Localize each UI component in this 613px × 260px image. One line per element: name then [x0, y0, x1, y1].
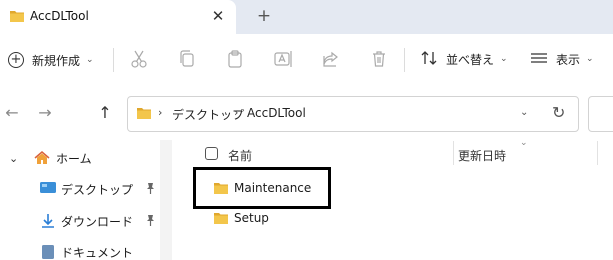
folder-icon — [213, 211, 229, 228]
tab-title: AccDLTool — [30, 9, 89, 23]
chevron-down-icon: ⌄ — [586, 54, 594, 64]
document-icon — [40, 244, 56, 260]
highlight-box — [193, 167, 331, 209]
view-list-icon — [530, 51, 548, 68]
sidebar-item-home[interactable]: ⌄ ホーム — [0, 147, 160, 169]
sidebar-scrollbar[interactable] — [160, 140, 172, 260]
back-button[interactable]: ← — [2, 103, 22, 123]
sort-icon — [420, 50, 438, 69]
chevron-down-icon: ⌄ — [86, 55, 94, 65]
paste-icon[interactable] — [224, 48, 246, 70]
search-box[interactable] — [588, 96, 613, 132]
title-bar: AccDLTool ✕ + — [0, 0, 613, 34]
add-icon: + — [8, 52, 24, 68]
view-button-label: 表示 — [556, 52, 581, 67]
column-divider[interactable] — [453, 141, 454, 165]
sidebar-item-documents[interactable]: ドキュメント — [0, 241, 160, 260]
download-icon — [40, 213, 56, 232]
sidebar-item-label: ドキュメント — [61, 245, 134, 260]
file-name: Setup — [234, 211, 269, 225]
new-button-label: 新規作成 — [32, 53, 81, 68]
breadcrumb-accdltool[interactable]: AccDLTool — [247, 106, 306, 120]
folder-icon — [136, 106, 152, 123]
cut-icon[interactable] — [128, 48, 150, 70]
share-icon[interactable] — [320, 48, 342, 70]
chevron-down-icon[interactable]: ⌄ — [9, 152, 18, 165]
navigation-bar: ← → ↑ › デスクトップ › AccDLTool ⌄ ↻ — [0, 86, 613, 140]
column-header-date[interactable]: 更新日時 — [458, 147, 506, 164]
sidebar-item-label: デスクトップ — [61, 182, 134, 197]
delete-icon[interactable] — [368, 48, 390, 70]
new-tab-button[interactable]: + — [253, 4, 275, 28]
view-button[interactable]: 表示 ⌄ — [530, 48, 594, 70]
list-item-setup[interactable]: Setup — [205, 206, 445, 230]
pin-icon[interactable] — [145, 214, 156, 229]
sidebar-item-label: ダウンロード — [61, 214, 134, 229]
sidebar-item-downloads[interactable]: ダウンロード — [0, 210, 160, 232]
breadcrumb-separator: › — [234, 106, 239, 119]
copy-icon[interactable] — [176, 48, 198, 70]
pin-icon[interactable] — [145, 182, 156, 197]
command-bar: + 新規作成 ⌄ 並べ替え ⌄ 表示 ⌄ — [0, 34, 613, 86]
rename-icon[interactable] — [272, 48, 294, 70]
close-tab-icon[interactable]: ✕ — [209, 6, 227, 26]
column-divider[interactable] — [597, 141, 598, 165]
sidebar-item-label: ホーム — [56, 151, 92, 166]
column-header-name[interactable]: 名前 — [228, 147, 252, 164]
home-icon — [34, 150, 50, 169]
select-all-checkbox[interactable] — [205, 147, 218, 160]
sort-button-label: 並べ替え — [446, 52, 495, 67]
sidebar-item-desktop[interactable]: デスクトップ — [0, 178, 160, 200]
chevron-down-icon: ⌄ — [500, 54, 508, 64]
refresh-icon[interactable]: ↻ — [552, 103, 565, 122]
sort-indicator-icon: ⌄ — [520, 138, 528, 148]
toolbar-divider — [113, 48, 114, 72]
chevron-down-icon[interactable]: ⌄ — [520, 107, 528, 118]
breadcrumb-separator: › — [158, 106, 163, 119]
desktop-icon — [40, 181, 56, 198]
new-button[interactable]: + 新規作成 ⌄ — [8, 49, 94, 71]
tab-accdltool[interactable]: AccDLTool ✕ — [0, 0, 236, 34]
address-bar[interactable]: › デスクトップ › AccDLTool ⌄ ↻ — [127, 96, 579, 132]
folder-icon — [9, 9, 25, 26]
up-button[interactable]: ↑ — [95, 103, 115, 123]
sort-button[interactable]: 並べ替え ⌄ — [420, 48, 508, 70]
forward-button[interactable]: → — [35, 103, 55, 123]
navigation-pane: ⌄ ホーム デスクトップ ダウンロード ドキュメント — [0, 140, 168, 260]
toolbar-divider — [404, 48, 405, 72]
